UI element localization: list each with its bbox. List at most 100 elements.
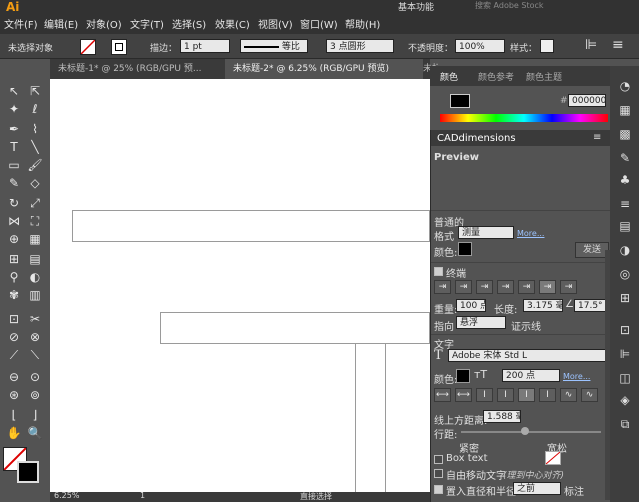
transform-icon[interactable]: ⊡ xyxy=(617,322,633,338)
gradient-tool-icon[interactable]: ▤ xyxy=(26,251,44,267)
text-position-4-icon[interactable]: I xyxy=(497,388,514,402)
zoom-tool-icon[interactable]: 🔍 xyxy=(26,425,44,441)
style-swatch[interactable] xyxy=(540,39,554,53)
eraser-icon[interactable]: ◇ xyxy=(26,175,44,191)
stroke-icon[interactable]: ≡ xyxy=(617,196,633,212)
appearance-icon[interactable]: ◎ xyxy=(617,266,633,282)
selection-tool-icon[interactable]: ↖ xyxy=(5,83,23,99)
scale-tool-icon[interactable]: ⤢ xyxy=(26,195,44,211)
cad-tool-9-icon[interactable]: ⌊ xyxy=(5,407,23,423)
type-tool-icon[interactable]: T xyxy=(5,139,23,155)
spacing-slider[interactable] xyxy=(461,431,601,433)
pathfinder-icon[interactable]: ◫ xyxy=(617,370,633,386)
artboard-tool-icon[interactable]: ⊡ xyxy=(5,311,23,327)
line-tool-icon[interactable]: ╲ xyxy=(26,139,44,155)
menu-view[interactable]: 视图(V) xyxy=(258,16,293,31)
menu-object[interactable]: 对象(O) xyxy=(86,16,122,31)
menu-effect[interactable]: 效果(C) xyxy=(215,16,250,31)
terminal-style-5-icon[interactable]: ⇥ xyxy=(518,280,535,294)
text-position-1-icon[interactable]: ⟷ xyxy=(434,388,451,402)
line-distance-input[interactable]: 1.588 毫 xyxy=(483,410,521,423)
menu-select[interactable]: 选择(S) xyxy=(172,16,206,31)
zoom-level[interactable]: 6.25% xyxy=(54,491,79,500)
curvature-tool-icon[interactable]: ⌇ xyxy=(26,121,44,137)
brush-definition[interactable]: 3 点圆形 xyxy=(326,39,394,53)
direction-select[interactable]: 悬浮 xyxy=(456,316,506,329)
cad-tool-8-icon[interactable]: ⊚ xyxy=(26,387,44,403)
panel-menu-icon[interactable]: ≡ xyxy=(593,132,601,143)
text-position-6-icon[interactable]: I xyxy=(539,388,556,402)
artboard-canvas[interactable] xyxy=(50,79,430,502)
menu-type[interactable]: 文字(T) xyxy=(130,16,164,31)
terminal-style-3-icon[interactable]: ⇥ xyxy=(476,280,493,294)
radius-checkbox[interactable] xyxy=(434,485,443,494)
shape-builder-icon[interactable]: ⊕ xyxy=(5,231,23,247)
terminal-style-2-icon[interactable]: ⇥ xyxy=(455,280,472,294)
text-position-7-icon[interactable]: ∿ xyxy=(560,388,577,402)
weight-input[interactable]: 100 点 xyxy=(456,299,486,312)
align-icon[interactable]: ⊫ xyxy=(585,37,597,53)
text-position-2-icon[interactable]: ⟷ xyxy=(455,388,472,402)
menu-window[interactable]: 窗口(W) xyxy=(300,16,338,31)
box-text-checkbox[interactable] xyxy=(434,455,443,464)
shaper-tool-icon[interactable]: ✎ xyxy=(5,175,23,191)
font-select[interactable]: Adobe 宋体 Std L xyxy=(448,349,606,362)
stroke-weight-field[interactable]: 1 pt xyxy=(180,39,230,53)
tab-color-themes[interactable]: 颜色主题 xyxy=(526,70,562,83)
length-input[interactable]: 3.175 毫 xyxy=(523,299,563,312)
width-tool-icon[interactable]: ⋈ xyxy=(5,213,23,229)
column-graph-icon[interactable]: ▥ xyxy=(26,287,44,303)
graphic-styles-icon[interactable]: ⊞ xyxy=(617,290,633,306)
stroke-swatch[interactable] xyxy=(111,39,127,55)
lasso-icon[interactable]: ℓ xyxy=(26,101,44,117)
hand-tool-icon[interactable]: ✋ xyxy=(5,425,23,441)
opacity-field[interactable]: 100% xyxy=(455,39,505,53)
libraries-icon[interactable]: ▦ xyxy=(617,102,633,118)
tab-document-2[interactable]: 未标题-2* @ 6.25% (RGB/GPU 预览) xyxy=(225,59,423,79)
text-color-swatch[interactable] xyxy=(456,369,470,383)
fill-swatch[interactable] xyxy=(80,39,96,55)
terminal-style-7-icon[interactable]: ⇥ xyxy=(560,280,577,294)
menu-edit[interactable]: 编辑(E) xyxy=(44,16,78,31)
workspace-switcher[interactable]: 基本功能 xyxy=(398,0,434,13)
dimension-color-swatch[interactable] xyxy=(458,242,472,256)
text-position-3-icon[interactable]: I xyxy=(476,388,493,402)
artboard-number[interactable]: 1 xyxy=(140,491,145,500)
artboards-icon[interactable]: ⧉ xyxy=(617,416,633,432)
fill-stroke-indicator[interactable] xyxy=(450,94,470,108)
brushes-icon[interactable]: ✎ xyxy=(617,150,633,166)
perspective-grid-icon[interactable]: ▦ xyxy=(26,231,44,247)
symbols-icon[interactable]: ♣ xyxy=(617,172,633,188)
blend-tool-icon[interactable]: ◐ xyxy=(26,269,44,285)
direct-selection-tool-icon[interactable]: ⇱ xyxy=(26,83,44,99)
layers-icon[interactable]: ◈ xyxy=(617,392,633,408)
cad-tool-10-icon[interactable]: ⌋ xyxy=(26,407,44,423)
cad-tool-6-icon[interactable]: ⊙ xyxy=(26,369,44,385)
transparency-icon[interactable]: ◑ xyxy=(617,242,633,258)
spacing-slider-thumb[interactable] xyxy=(521,427,529,435)
free-transform-icon[interactable]: ⛶ xyxy=(26,213,44,229)
text-position-8-icon[interactable]: ∿ xyxy=(581,388,598,402)
font-size-input[interactable]: 200 点 xyxy=(502,369,560,382)
send-button[interactable]: 发送 xyxy=(575,242,609,258)
align-panel-icon[interactable]: ⊫ xyxy=(617,346,633,362)
gradient-icon[interactable]: ▤ xyxy=(617,218,633,234)
terminal-style-4-icon[interactable]: ⇥ xyxy=(497,280,514,294)
menu-icon[interactable]: ≡ xyxy=(612,37,624,53)
stock-search-input[interactable]: 搜索 Adobe Stock xyxy=(475,0,544,11)
cad-tool-7-icon[interactable]: ⊛ xyxy=(5,387,23,403)
cad-tool-1-icon[interactable]: ⊘ xyxy=(5,329,23,345)
variable-width-profile[interactable]: 等比 xyxy=(240,39,308,53)
rectangle-tool-icon[interactable]: ▭ xyxy=(5,157,23,173)
mesh-tool-icon[interactable]: ⊞ xyxy=(5,251,23,267)
cad-tool-2-icon[interactable]: ⊗ xyxy=(26,329,44,345)
color-spectrum[interactable] xyxy=(440,114,608,122)
tab-document-1[interactable]: 未标题-1* @ 25% (RGB/GPU 预... xyxy=(50,59,226,79)
menu-file[interactable]: 文件(F) xyxy=(4,16,38,31)
angle-input[interactable]: 17.5° xyxy=(574,299,607,312)
slice-tool-icon[interactable]: ✂ xyxy=(26,311,44,327)
format-select[interactable]: 测量 xyxy=(458,226,514,239)
swatches-icon[interactable]: ▩ xyxy=(617,126,633,142)
symbol-sprayer-icon[interactable]: ✾ xyxy=(5,287,23,303)
tab-color-guide[interactable]: 颜色参考 xyxy=(478,70,514,83)
